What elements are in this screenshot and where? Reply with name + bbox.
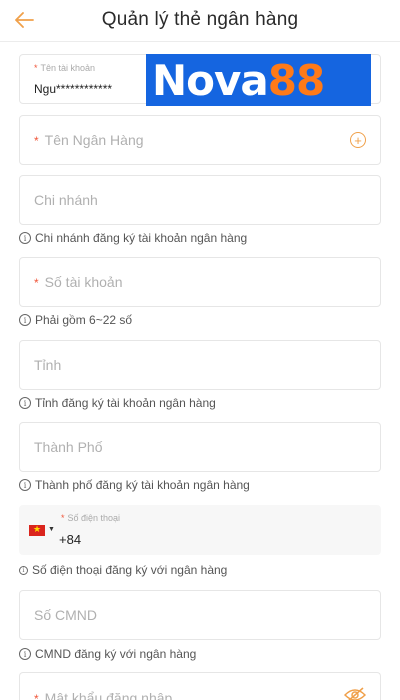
phone-label-wrap: * Số điện thoại [61, 513, 120, 523]
province-hint: i Tỉnh đăng ký tài khoản ngân hàng [19, 396, 216, 410]
required-mark: * [34, 692, 39, 700]
info-icon: i [19, 397, 31, 409]
brand-logo-number: 88 [267, 55, 325, 105]
bank-card-management-screen: Quản lý thẻ ngân hàng * Tên tài khoản Ngu… [0, 0, 400, 700]
required-mark: * [34, 276, 39, 290]
id-number-placeholder: Số CMND [34, 607, 98, 623]
info-icon: i [19, 232, 31, 244]
branch-hint: i Chi nhánh đăng ký tài khoản ngân hàng [19, 231, 247, 245]
required-mark: * [34, 63, 38, 73]
account-name-value: Ngu************ [34, 82, 113, 96]
chevron-down-icon[interactable]: ▼ [48, 526, 55, 533]
bank-name-select[interactable]: * Tên Ngân Hàng + [19, 115, 381, 165]
brand-logo-text: Nova [152, 55, 269, 105]
add-circle-icon[interactable]: + [350, 132, 366, 148]
city-hint-text: Thành phố đăng ký tài khoản ngân hàng [35, 478, 250, 492]
login-password-placeholder-wrap: * Mật khẩu đăng nhập [34, 690, 172, 700]
eye-icon[interactable] [344, 687, 366, 700]
login-password-placeholder: Mật khẩu đăng nhập [44, 690, 173, 700]
id-number-hint: i CMND đăng ký với ngân hàng [19, 647, 196, 661]
info-icon: i [19, 314, 31, 326]
required-mark: * [34, 134, 39, 148]
id-number-hint-text: CMND đăng ký với ngân hàng [35, 647, 197, 661]
bank-name-placeholder: Tên Ngân Hàng [44, 132, 144, 148]
header-bar: Quản lý thẻ ngân hàng [0, 0, 400, 42]
brand-logo: Nova 88 [146, 54, 371, 106]
city-input[interactable]: Thành Phố [19, 422, 381, 472]
city-placeholder: Thành Phố [34, 439, 103, 455]
province-hint-text: Tỉnh đăng ký tài khoản ngân hàng [35, 396, 216, 410]
vietnam-flag-icon[interactable]: ★ [29, 524, 45, 536]
branch-input[interactable]: Chi nhánh [19, 175, 381, 225]
account-number-hint: i Phải gồm 6~22 số [19, 313, 132, 327]
account-name-label-wrap: * Tên tài khoản [34, 63, 95, 73]
branch-hint-text: Chi nhánh đăng ký tài khoản ngân hàng [35, 231, 248, 245]
login-password-input[interactable]: * Mật khẩu đăng nhập [19, 672, 381, 700]
required-mark: * [61, 513, 65, 523]
info-icon: i [19, 479, 31, 491]
phone-hint-text: Số điện thoại đăng ký với ngân hàng [32, 563, 228, 577]
city-hint: i Thành phố đăng ký tài khoản ngân hàng [19, 478, 250, 492]
phone-label: Số điện thoại [67, 513, 121, 523]
phone-country-code: +84 [59, 532, 82, 547]
phone-input[interactable]: ★ ▼ * Số điện thoại +84 [19, 505, 381, 555]
page-title: Quản lý thẻ ngân hàng [101, 9, 299, 30]
account-number-placeholder-wrap: * Số tài khoản [34, 274, 123, 290]
account-number-input[interactable]: * Số tài khoản [19, 257, 381, 307]
info-icon: i [19, 648, 31, 660]
province-placeholder: Tỉnh [34, 357, 62, 373]
bank-name-placeholder-wrap: * Tên Ngân Hàng [34, 132, 144, 148]
account-number-placeholder: Số tài khoản [44, 274, 123, 290]
account-name-label: Tên tài khoản [40, 63, 96, 73]
id-number-input[interactable]: Số CMND [19, 590, 381, 640]
province-input[interactable]: Tỉnh [19, 340, 381, 390]
phone-hint: i Số điện thoại đăng ký với ngân hàng [19, 563, 227, 577]
branch-placeholder: Chi nhánh [34, 192, 98, 208]
info-icon: i [19, 565, 28, 575]
account-number-hint-text: Phải gồm 6~22 số [35, 313, 133, 327]
